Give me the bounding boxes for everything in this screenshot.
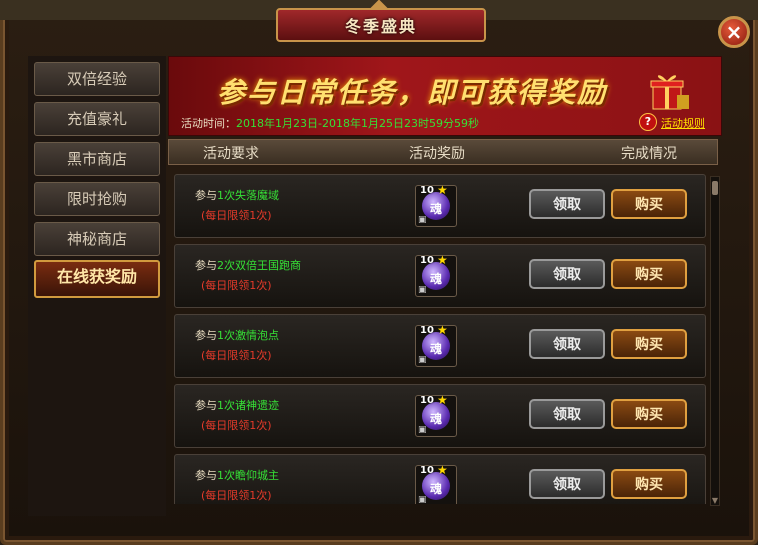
star-icon: ★ bbox=[437, 463, 448, 477]
gift-icon bbox=[650, 75, 689, 110]
sidebar-item-online-rewards[interactable]: 在线获奖励 bbox=[34, 260, 160, 298]
task-requirement: 参与2次双倍王国跑商 bbox=[195, 257, 301, 273]
claim-button[interactable]: 领取 bbox=[529, 329, 605, 359]
reward-item[interactable]: 魂 10 ★ ▣ bbox=[415, 253, 457, 297]
star-icon: ★ bbox=[437, 393, 448, 407]
buy-button[interactable]: 购买 bbox=[611, 399, 687, 429]
req-prefix: 参与 bbox=[195, 399, 217, 412]
close-button[interactable]: × bbox=[718, 16, 750, 48]
reward-item[interactable]: 魂 10 ★ ▣ bbox=[415, 463, 457, 504]
claim-button[interactable]: 领取 bbox=[529, 259, 605, 289]
req-task: 1次激情泡点 bbox=[217, 329, 279, 342]
item-count: 10 bbox=[420, 465, 434, 476]
daily-limit: (每日限领1次) bbox=[201, 209, 272, 222]
star-icon: ★ bbox=[437, 183, 448, 197]
lock-icon: ▣ bbox=[418, 215, 427, 225]
reward-item[interactable]: 魂 10 ★ ▣ bbox=[415, 183, 457, 227]
task-requirement: 参与1次诸神遗迹 bbox=[195, 397, 279, 413]
buy-button[interactable]: 购买 bbox=[611, 469, 687, 499]
claim-button[interactable]: 领取 bbox=[529, 189, 605, 219]
daily-limit: (每日限领1次) bbox=[201, 279, 272, 292]
sidebar-item-double-exp[interactable]: 双倍经验 bbox=[34, 62, 160, 96]
scroll-thumb[interactable] bbox=[712, 181, 718, 195]
banner-title: 参与日常任务，即可获得奖励 bbox=[217, 76, 608, 109]
task-row: 参与1次失落魔域 (每日限领1次) 魂 10 ★ ▣ 领取 购买 bbox=[174, 174, 706, 238]
claim-button[interactable]: 领取 bbox=[529, 469, 605, 499]
req-prefix: 参与 bbox=[195, 259, 217, 272]
item-glyph: 魂 bbox=[430, 412, 443, 426]
star-icon: ★ bbox=[437, 323, 448, 337]
star-icon: ★ bbox=[437, 253, 448, 267]
list-scrollbar[interactable]: ▼ bbox=[710, 176, 720, 506]
reward-item[interactable]: 魂 10 ★ ▣ bbox=[415, 323, 457, 367]
daily-limit: (每日限领1次) bbox=[201, 419, 272, 432]
claim-button[interactable]: 领取 bbox=[529, 399, 605, 429]
lock-icon: ▣ bbox=[418, 355, 427, 365]
item-count: 10 bbox=[420, 325, 434, 336]
help-icon[interactable]: ? bbox=[639, 113, 657, 131]
sidebar-item-flash-sale[interactable]: 限时抢购 bbox=[34, 182, 160, 216]
sidebar: 双倍经验 充值豪礼 黑市商店 限时抢购 神秘商店 在线获奖励 bbox=[28, 56, 166, 516]
lock-icon: ▣ bbox=[418, 425, 427, 435]
column-header: 活动要求 活动奖励 完成情况 bbox=[168, 139, 718, 165]
req-prefix: 参与 bbox=[195, 329, 217, 342]
task-row: 参与2次双倍王国跑商 (每日限领1次) 魂 10 ★ ▣ 领取 购买 bbox=[174, 244, 706, 308]
req-task: 1次诸神遗迹 bbox=[217, 399, 279, 412]
lock-icon: ▣ bbox=[418, 285, 427, 295]
buy-button[interactable]: 购买 bbox=[611, 329, 687, 359]
task-requirement: 参与1次瞻仰城主 bbox=[195, 467, 279, 483]
window-title: 冬季盛典 bbox=[276, 8, 486, 42]
task-row: 参与1次诸神遗迹 (每日限领1次) 魂 10 ★ ▣ 领取 购买 bbox=[174, 384, 706, 448]
item-glyph: 魂 bbox=[430, 482, 443, 496]
item-glyph: 魂 bbox=[430, 202, 443, 216]
task-requirement: 参与1次激情泡点 bbox=[195, 327, 279, 343]
req-task: 2次双倍王国跑商 bbox=[217, 259, 301, 272]
event-time: 活动时间：2018年1月23日-2018年1月25日23时59分59秒 bbox=[181, 115, 479, 131]
sidebar-item-mystery-shop[interactable]: 神秘商店 bbox=[34, 222, 160, 256]
buy-button[interactable]: 购买 bbox=[611, 259, 687, 289]
task-row: 参与1次激情泡点 (每日限领1次) 魂 10 ★ ▣ 领取 购买 bbox=[174, 314, 706, 378]
task-row: 参与1次瞻仰城主 (每日限领1次) 魂 10 ★ ▣ 领取 购买 bbox=[174, 454, 706, 504]
lock-icon: ▣ bbox=[418, 495, 427, 504]
event-time-label: 活动时间： bbox=[181, 117, 236, 130]
scroll-down-icon[interactable]: ▼ bbox=[711, 497, 719, 505]
reward-item[interactable]: 魂 10 ★ ▣ bbox=[415, 393, 457, 437]
item-count: 10 bbox=[420, 255, 434, 266]
event-time-value: 2018年1月23日-2018年1月25日23时59分59秒 bbox=[236, 117, 479, 130]
daily-limit: (每日限领1次) bbox=[201, 489, 272, 502]
task-list: 参与1次失落魔域 (每日限领1次) 魂 10 ★ ▣ 领取 购买 参与2次双倍王… bbox=[168, 168, 708, 504]
task-requirement: 参与1次失落魔域 bbox=[195, 187, 279, 203]
req-prefix: 参与 bbox=[195, 469, 217, 482]
item-glyph: 魂 bbox=[430, 342, 443, 356]
daily-limit: (每日限领1次) bbox=[201, 349, 272, 362]
item-count: 10 bbox=[420, 185, 434, 196]
item-glyph: 魂 bbox=[430, 272, 443, 286]
buy-button[interactable]: 购买 bbox=[611, 189, 687, 219]
item-count: 10 bbox=[420, 395, 434, 406]
req-task: 1次失落魔域 bbox=[217, 189, 279, 202]
req-task: 1次瞻仰城主 bbox=[217, 469, 279, 482]
sidebar-item-black-market[interactable]: 黑市商店 bbox=[34, 142, 160, 176]
column-requirement: 活动要求 bbox=[203, 146, 259, 162]
req-prefix: 参与 bbox=[195, 189, 217, 202]
rules-link[interactable]: 活动规则 bbox=[661, 115, 705, 131]
event-banner: 参与日常任务，即可获得奖励 活动时间：2018年1月23日-2018年1月25日… bbox=[168, 56, 722, 136]
column-status: 完成情况 bbox=[621, 146, 677, 162]
column-reward: 活动奖励 bbox=[409, 146, 465, 162]
sidebar-item-recharge-gift[interactable]: 充值豪礼 bbox=[34, 102, 160, 136]
